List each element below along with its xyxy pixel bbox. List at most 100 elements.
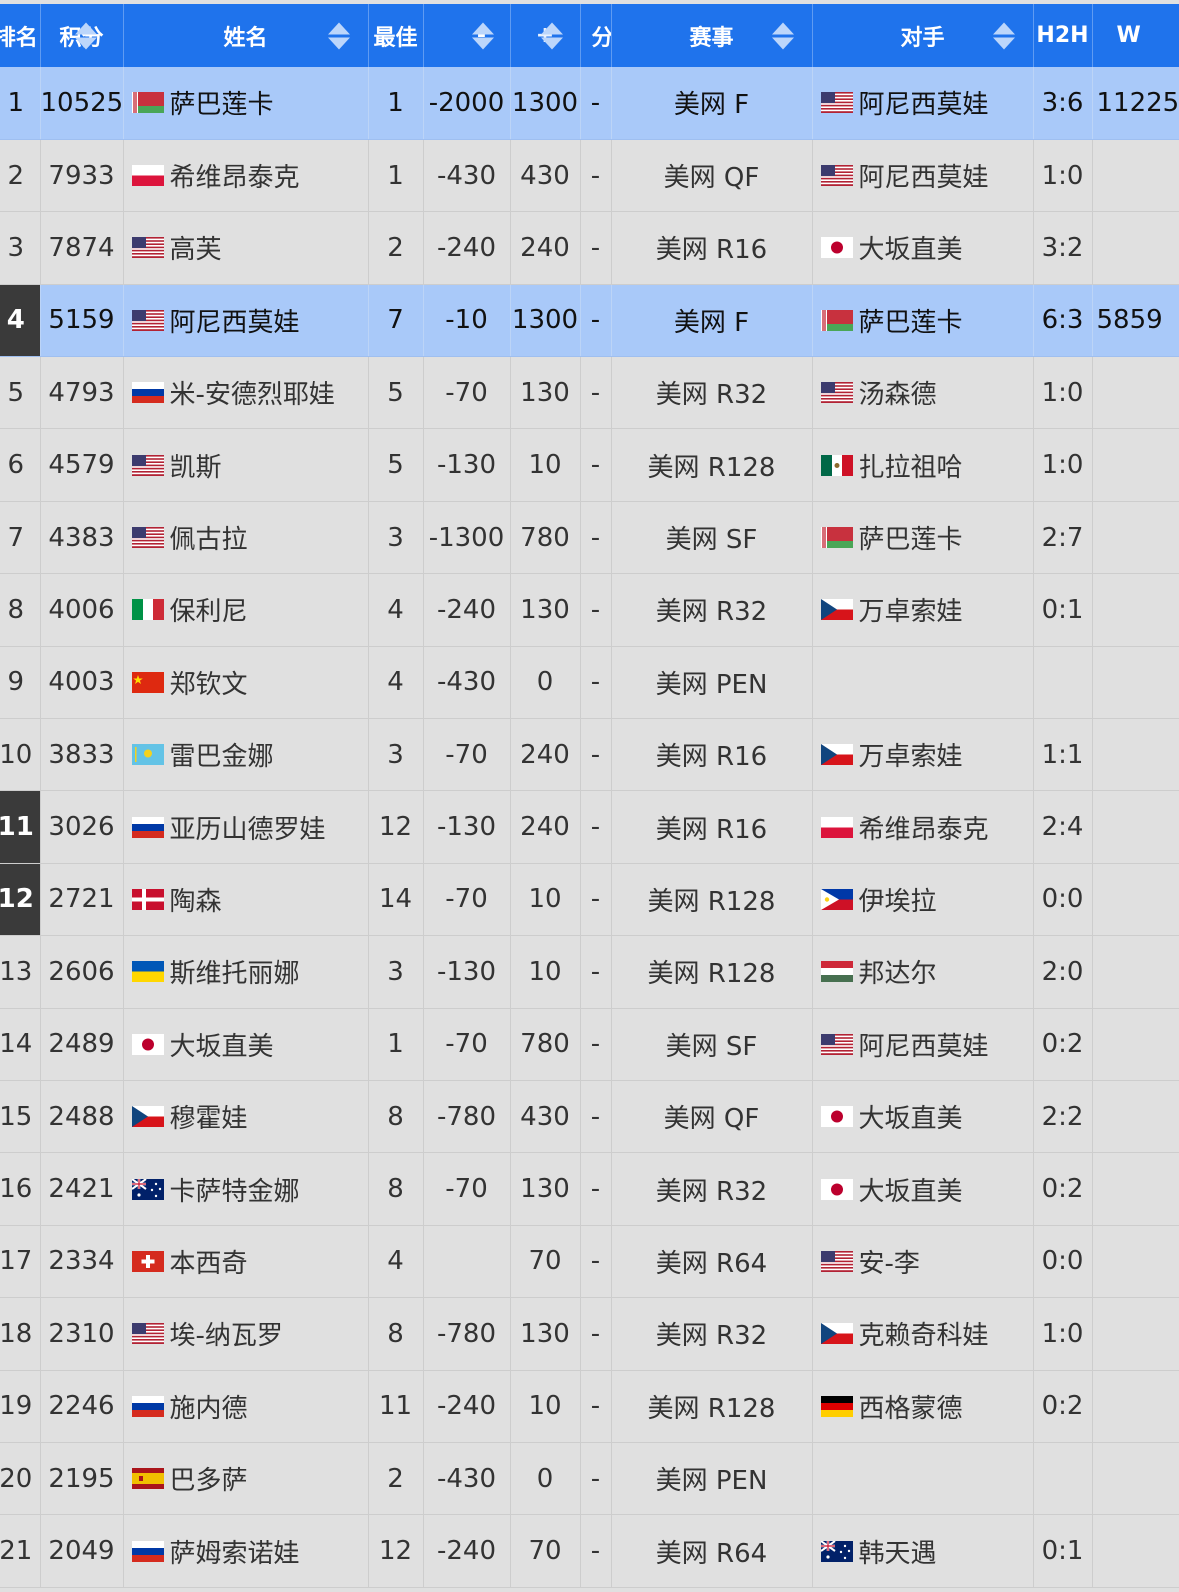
table-row[interactable]: 5 4793 米-安德烈耶娃 5 -70 130- 美网 R32 汤森德 1:0 [0, 356, 1179, 430]
best-cell: 1 [368, 67, 424, 140]
opponent-cell[interactable]: 阿尼西莫娃 [812, 67, 1034, 140]
col-header-best[interactable]: 最佳 [368, 4, 424, 67]
rank-cell: 9 [0, 646, 41, 720]
sort-arrows-icon[interactable] [327, 22, 350, 49]
opponent-cell[interactable]: 克赖奇科娃 [812, 1297, 1034, 1371]
col-header-w[interactable]: W [1092, 4, 1179, 67]
w-cell [1092, 139, 1179, 213]
col-header-h2h[interactable]: H2H [1033, 4, 1093, 67]
name-cell[interactable]: 陶森 [123, 863, 369, 937]
opponent-cell[interactable]: 韩天遇 [812, 1514, 1034, 1588]
col-header-fen[interactable]: 分 [580, 4, 612, 67]
name-cell[interactable]: 萨巴莲卡 [123, 67, 369, 140]
name-cell[interactable]: 大坂直美 [123, 1008, 369, 1081]
table-row[interactable]: 6 4579 凯斯 5 -130 10- 美网 R128 扎拉祖哈 1:0 [0, 428, 1179, 502]
table-row[interactable]: 15 2488 穆霍娃 8 -780 430- 美网 QF 大坂直美 2:2 [0, 1080, 1179, 1154]
table-row[interactable]: 19 2246 施内德 11 -240 10- 美网 R128 西格蒙德 0:2 [0, 1370, 1179, 1443]
table-row[interactable]: 3 7874 高芙 2 -240 240- 美网 R16 大坂直美 3:2 [0, 211, 1179, 285]
fen-cell: - [580, 211, 612, 285]
w-cell [1092, 211, 1179, 285]
opponent-cell[interactable]: 萨巴莲卡 [812, 501, 1034, 575]
name-cell[interactable]: 卡萨特金娜 [123, 1152, 369, 1226]
name-cell[interactable]: 穆霍娃 [123, 1080, 369, 1154]
opponent-cell[interactable] [812, 1442, 1034, 1516]
flag-esp-icon [131, 1468, 164, 1490]
opponent-cell[interactable]: 希维昂泰克 [812, 790, 1034, 864]
col-header-points[interactable]: 积分 [40, 4, 124, 67]
sort-arrows-icon[interactable] [471, 22, 494, 49]
name-cell[interactable]: 本西奇 [123, 1225, 369, 1299]
plus-cell: 130 [510, 1297, 581, 1371]
name-cell[interactable]: 施内德 [123, 1370, 369, 1443]
sort-arrows-icon[interactable] [74, 22, 97, 49]
name-cell[interactable]: 萨姆索诺娃 [123, 1514, 369, 1588]
opponent-cell[interactable]: 大坂直美 [812, 1080, 1034, 1154]
opponent-cell[interactable]: 邦达尔 [812, 935, 1034, 1009]
opponent-cell[interactable]: 伊埃拉 [812, 863, 1034, 937]
col-header-rank[interactable]: 排名 [0, 4, 41, 67]
table-row[interactable]: 17 2334 本西奇 4 70- 美网 R64 安-李 0:0 [0, 1225, 1179, 1299]
name-cell[interactable]: 保利尼 [123, 573, 369, 647]
opponent-cell[interactable]: 万卓索娃 [812, 718, 1034, 792]
opponent-cell[interactable]: 扎拉祖哈 [812, 428, 1034, 502]
name-cell[interactable]: 巴多萨 [123, 1442, 369, 1516]
player-name: 凯斯 [169, 452, 222, 483]
w-cell [1092, 790, 1179, 864]
name-cell[interactable]: 高芙 [123, 211, 369, 285]
player-name: 陶森 [169, 886, 222, 917]
opponent-cell[interactable]: 大坂直美 [812, 211, 1034, 285]
name-cell[interactable]: 阿尼西莫娃 [123, 284, 369, 358]
table-row[interactable]: 8 4006 保利尼 4 -240 130- 美网 R32 万卓索娃 0:1 [0, 573, 1179, 647]
minus-cell: -430 [423, 1442, 511, 1516]
table-row[interactable]: 16 2421 卡萨特金娜 8 -70 130- 美网 R32 大坂直美 0:2 [0, 1152, 1179, 1226]
table-row[interactable]: 7 4383 佩古拉 3 -1300 780- 美网 SF 萨巴莲卡 2:7 [0, 501, 1179, 575]
name-cell[interactable]: 埃-纳瓦罗 [123, 1297, 369, 1371]
opponent-name: 阿尼西莫娃 [858, 90, 989, 121]
w-cell [1092, 1152, 1179, 1226]
table-row[interactable]: 4 5159 阿尼西莫娃 7 -10 1300- 美网 F 萨巴莲卡 6:3 5859 [0, 284, 1179, 358]
name-cell[interactable]: 斯维托丽娜 [123, 935, 369, 1009]
opponent-cell[interactable]: 万卓索娃 [812, 573, 1034, 647]
col-header-plus[interactable]: + [510, 4, 581, 67]
opponent-cell[interactable]: 大坂直美 [812, 1152, 1034, 1226]
opponent-cell[interactable]: 阿尼西莫娃 [812, 1008, 1034, 1081]
col-header-opponent[interactable]: 对手 [812, 4, 1034, 67]
sort-arrows-icon[interactable] [771, 22, 794, 49]
col-header-name[interactable]: 姓名 [123, 4, 369, 67]
table-row[interactable]: 10 3833 雷巴金娜 3 -70 240- 美网 R16 万卓索娃 1:1 [0, 718, 1179, 792]
table-row[interactable]: 2 7933 希维昂泰克 1 -430 430- 美网 QF 阿尼西莫娃 1:0 [0, 139, 1179, 213]
name-cell[interactable]: 佩古拉 [123, 501, 369, 575]
fen-cell: - [580, 1297, 612, 1371]
table-row[interactable]: 11 3026 亚历山德罗娃 12 -130 240- 美网 R16 希维昂泰克 2:4 [0, 790, 1179, 864]
opponent-cell[interactable]: 汤森德 [812, 356, 1034, 430]
name-cell[interactable]: 凯斯 [123, 428, 369, 502]
opponent-cell[interactable]: 阿尼西莫娃 [812, 139, 1034, 213]
name-cell[interactable]: 亚历山德罗娃 [123, 790, 369, 864]
table-row[interactable]: 12 2721 陶森 14 -70 10- 美网 R128 伊埃拉 0:0 [0, 863, 1179, 937]
col-header-minus[interactable]: - [423, 4, 511, 67]
table-row[interactable]: 14 2489 大坂直美 1 -70 780- 美网 SF 阿尼西莫娃 0:2 [0, 1008, 1179, 1081]
event-cell: 美网 R16 [611, 718, 813, 792]
w-cell [1092, 1080, 1179, 1154]
name-cell[interactable]: 希维昂泰克 [123, 139, 369, 213]
opponent-cell[interactable]: 萨巴莲卡 [812, 284, 1034, 358]
table-row[interactable]: 1 10525 萨巴莲卡 1 -2000 1300- 美网 F 阿尼西莫娃 3:6 11225 [0, 67, 1179, 140]
header-row: 排名 积分 姓名 最佳 - + 分 赛事 对手 H2H W [0, 4, 1179, 67]
table-row[interactable]: 9 4003 郑钦文 4 -430 0- 美网 PEN [0, 646, 1179, 720]
plus-cell: 130 [510, 1152, 581, 1226]
opponent-cell[interactable]: 安-李 [812, 1225, 1034, 1299]
table-row[interactable]: 18 2310 埃-纳瓦罗 8 -780 130- 美网 R32 克赖奇科娃 1:0 [0, 1297, 1179, 1371]
opponent-cell[interactable]: 西格蒙德 [812, 1370, 1034, 1443]
col-header-event[interactable]: 赛事 [611, 4, 813, 67]
h2h-cell: 0:1 [1033, 573, 1093, 647]
table-row[interactable]: 21 2049 萨姆索诺娃 12 -240 70- 美网 R64 韩天遇 0:1 [0, 1514, 1179, 1588]
name-cell[interactable]: 米-安德烈耶娃 [123, 356, 369, 430]
rank-cell: 17 [0, 1225, 41, 1299]
table-row[interactable]: 20 2195 巴多萨 2 -430 0- 美网 PEN [0, 1442, 1179, 1516]
table-row[interactable]: 13 2606 斯维托丽娜 3 -130 10- 美网 R128 邦达尔 2:0 [0, 935, 1179, 1009]
opponent-cell[interactable] [812, 646, 1034, 720]
sort-arrows-icon[interactable] [540, 22, 563, 49]
name-cell[interactable]: 雷巴金娜 [123, 718, 369, 792]
name-cell[interactable]: 郑钦文 [123, 646, 369, 720]
sort-arrows-icon[interactable] [992, 22, 1015, 49]
